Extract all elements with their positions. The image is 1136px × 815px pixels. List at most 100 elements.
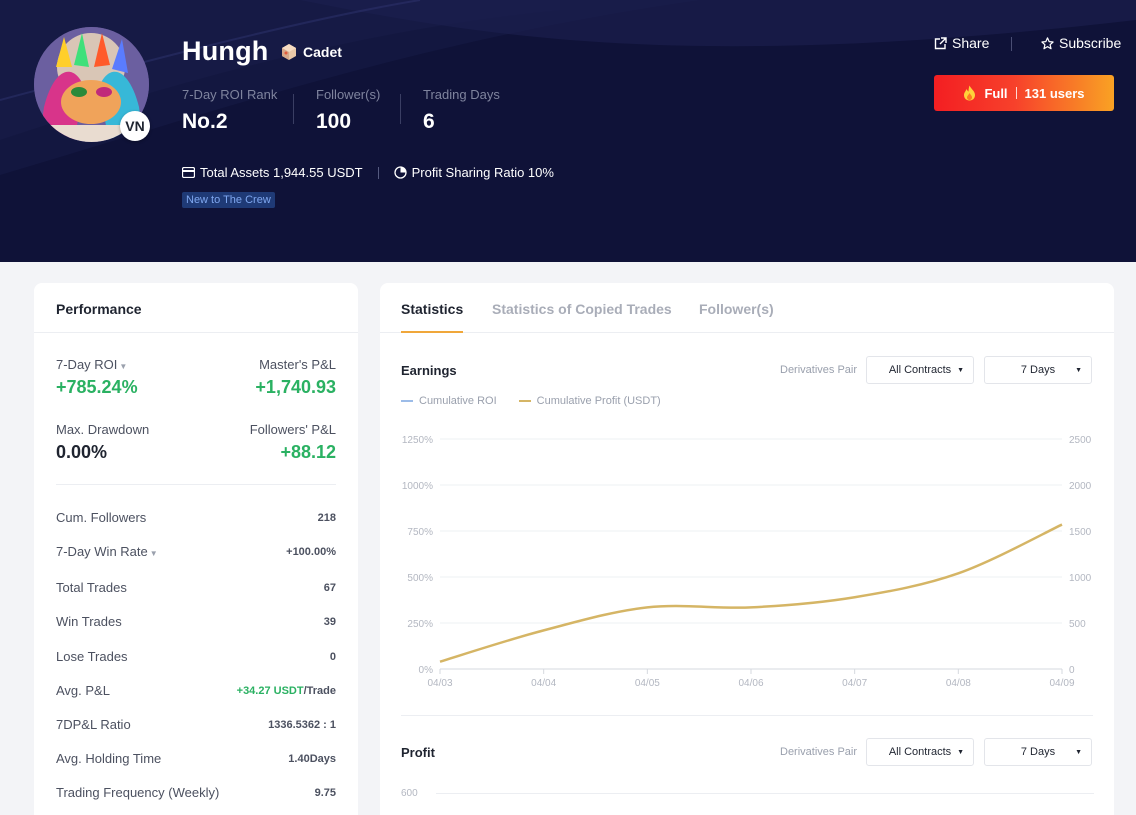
row-label: 7-Day Win Rate <box>56 544 148 559</box>
row-total-trades: Total Trades 67 <box>56 580 336 595</box>
days-select[interactable]: 7 Days ▼ <box>984 356 1092 384</box>
share-button[interactable]: Share <box>934 35 989 51</box>
tab-statistics[interactable]: Statistics <box>401 301 463 317</box>
row-pnl-ratio: 7DP&L Ratio 1336.5362 : 1 <box>56 717 336 732</box>
days-select[interactable]: 7 Days ▼ <box>984 738 1092 766</box>
subscribe-button[interactable]: Subscribe <box>1041 35 1121 51</box>
y-right-tick: 500 <box>1069 619 1086 630</box>
rank-badge: Cadet <box>280 43 342 61</box>
profit-y-tick: 600 <box>401 788 418 799</box>
caret-down-icon: ▼ <box>957 366 964 374</box>
assets-separator <box>377 166 379 179</box>
caret-down-icon: ▼ <box>1075 366 1082 374</box>
row-label: Lose Trades <box>56 649 128 664</box>
caret-down-icon: ▼ <box>957 748 964 756</box>
kpi-followers-pnl: Followers' P&L +88.12 <box>250 422 336 463</box>
select-value: All Contracts <box>888 746 952 758</box>
row-win-trades: Win Trades 39 <box>56 614 336 629</box>
x-tick-label: 04/03 <box>427 678 452 689</box>
legend-label: Cumulative Profit (USDT) <box>536 395 661 407</box>
series-line-cumulative-profit <box>439 523 1063 663</box>
derivatives-pair-label: Derivatives Pair <box>780 746 858 758</box>
kpi-label: Master's P&L <box>259 357 336 372</box>
y-right-tick: 1500 <box>1069 527 1092 538</box>
legend-swatch <box>518 400 531 402</box>
x-tick-label: 04/07 <box>842 678 867 689</box>
divider <box>401 715 1093 716</box>
performance-title: Performance <box>56 301 142 317</box>
legend-item[interactable]: Cumulative Profit (USDT) <box>518 395 661 407</box>
kpi-roi-label-wrap[interactable]: 7-Day ROI ▼ <box>56 357 138 372</box>
total-assets: Total Assets 1,944.55 USDT <box>182 165 363 180</box>
crew-tag: New to The Crew <box>182 192 275 208</box>
flame-icon <box>964 85 976 101</box>
stat-value: 6 <box>423 110 435 133</box>
divider <box>56 484 336 485</box>
select-value: All Contracts <box>888 364 952 376</box>
legend-swatch <box>401 400 413 402</box>
row-label: Avg. P&L <box>56 683 110 698</box>
kpi-roi: 7-Day ROI ▼ +785.24% <box>56 357 138 398</box>
chart-legend: Cumulative ROI Cumulative Profit (USDT) <box>401 395 683 407</box>
subscribe-label: Subscribe <box>1059 35 1122 51</box>
stat-label: Trading Days <box>423 87 500 102</box>
y-right-tick: 2000 <box>1069 481 1092 492</box>
row-label: Total Trades <box>56 580 127 595</box>
kpi-drawdown-value: 0.00% <box>56 442 108 462</box>
share-icon <box>934 36 947 49</box>
stat-trading-days: Trading Days 6 <box>423 87 500 134</box>
stat-value: No.2 <box>182 110 228 133</box>
row-label: Cum. Followers <box>56 510 147 525</box>
contracts-select[interactable]: All Contracts ▼ <box>866 356 974 384</box>
kpi-followers-pnl-value: +88.12 <box>280 442 336 462</box>
kpi-drawdown: Max. Drawdown 0.00% <box>56 422 149 463</box>
row-value-wrap: +34.27 USDT/Trade <box>237 685 336 697</box>
row-value: 9.75 <box>314 786 336 799</box>
row-lose-trades: Lose Trades 0 <box>56 649 336 664</box>
caret-down-icon: ▼ <box>1075 748 1082 756</box>
active-tab-indicator <box>401 331 463 333</box>
row-value: 1336.5362 : 1 <box>268 718 336 731</box>
x-tick-label: 04/05 <box>635 678 660 689</box>
country-badge: VN <box>120 111 150 141</box>
stat-divider <box>293 94 294 124</box>
statistics-tabs: Statistics Statistics of Copied Trades F… <box>380 283 1114 333</box>
star-icon <box>1041 36 1054 49</box>
wallet-icon <box>182 167 195 178</box>
row-value: 218 <box>317 511 336 524</box>
row-label-wrap[interactable]: 7-Day Win Rate ▼ <box>56 544 158 559</box>
total-assets-text: Total Assets 1,944.55 USDT <box>200 165 363 180</box>
y-left-tick: 500% <box>407 573 433 584</box>
row-trading-frequency: Trading Frequency (Weekly) 9.75 <box>56 785 336 800</box>
y-left-tick: 1250% <box>402 435 433 446</box>
row-value: +34.27 USDT <box>236 684 304 697</box>
row-avg-pnl: Avg. P&L +34.27 USDT/Trade <box>56 683 336 698</box>
y-left-tick: 750% <box>407 527 433 538</box>
x-tick-label: 04/04 <box>531 678 556 689</box>
y-left-tick: 250% <box>407 619 433 630</box>
select-value: 7 Days <box>1020 364 1056 376</box>
row-value: 1.40Days <box>288 752 336 765</box>
tab-copied-trades[interactable]: Statistics of Copied Trades <box>492 301 672 317</box>
trader-header: VN Hungh Cadet 7-Day ROI Rank No.2 Follo… <box>0 0 1136 262</box>
full-copy-button[interactable]: Full 131 users <box>934 75 1114 111</box>
row-cum-followers: Cum. Followers 218 <box>56 510 336 525</box>
kpi-label: 7-Day ROI <box>56 357 118 372</box>
earnings-chart: 0% 0 250% 500 500% 1000 750% 1500 1000% 2000 1250%… <box>402 435 1092 689</box>
row-value: 0 <box>329 650 336 663</box>
tab-followers[interactable]: Follower(s) <box>699 301 774 317</box>
y-left-tick: 0% <box>419 665 434 676</box>
button-divider <box>1015 87 1017 99</box>
kpi-roi-value: +785.24% <box>56 377 138 397</box>
legend-item[interactable]: Cumulative ROI <box>401 395 497 407</box>
row-value: 67 <box>323 581 336 594</box>
stat-label: 7-Day ROI Rank <box>182 87 278 102</box>
contracts-select[interactable]: All Contracts ▼ <box>866 738 974 766</box>
earnings-title: Earnings <box>401 363 457 378</box>
row-label: Win Trades <box>56 614 122 629</box>
stat-value: 100 <box>316 110 352 133</box>
legend-label: Cumulative ROI <box>419 395 497 407</box>
y-right-tick: 0 <box>1069 665 1075 676</box>
users-label: 131 users <box>1024 85 1085 101</box>
kpi-label: Max. Drawdown <box>56 422 150 437</box>
